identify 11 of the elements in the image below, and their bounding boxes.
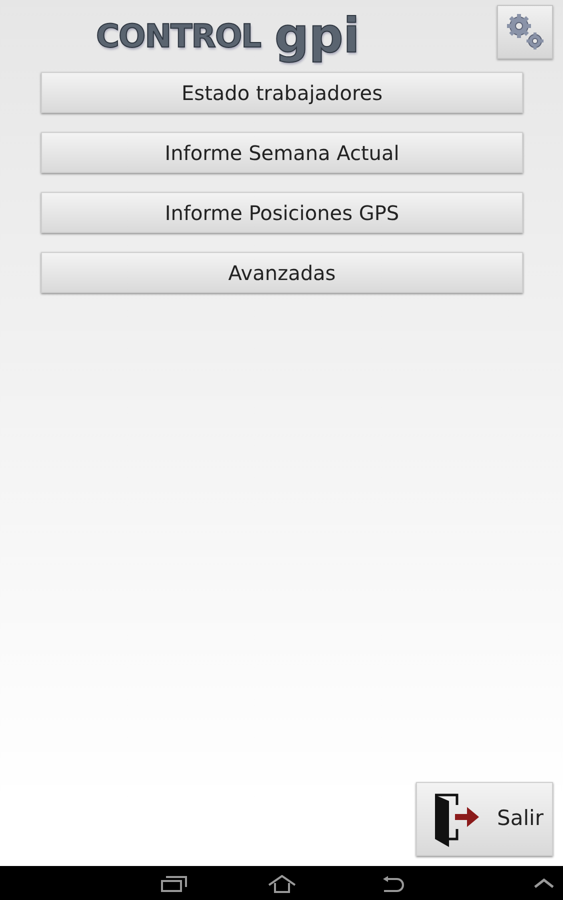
settings-button[interactable] xyxy=(497,5,553,59)
exit-button[interactable]: Salir xyxy=(416,782,553,856)
menu-button[interactable]: Informe Posiciones GPS xyxy=(41,192,523,233)
menu-button[interactable]: Informe Semana Actual xyxy=(41,132,523,173)
chevron-up-icon[interactable] xyxy=(534,878,554,888)
home-icon[interactable] xyxy=(267,875,297,893)
menu-button[interactable]: Avanzadas xyxy=(41,252,523,293)
logo-text: CONTROL xyxy=(96,16,261,57)
recent-apps-icon[interactable] xyxy=(161,876,187,892)
logo-text: gpi xyxy=(274,12,360,60)
menu-button[interactable]: Estado trabajadores xyxy=(41,72,523,113)
